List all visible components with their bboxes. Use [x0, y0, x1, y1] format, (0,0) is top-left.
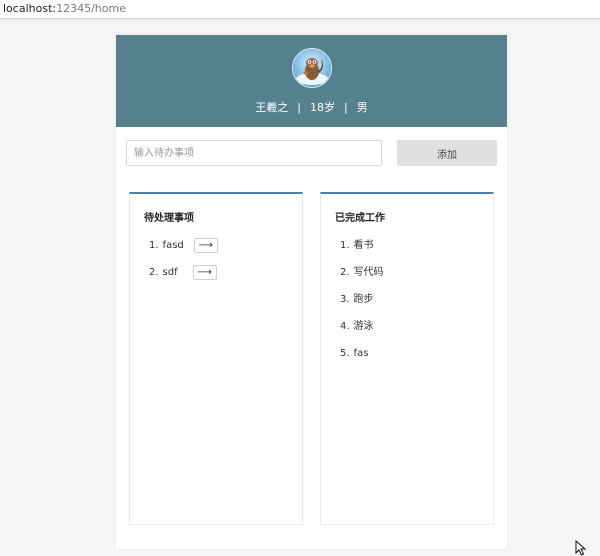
- item-text: fas: [353, 348, 369, 359]
- profile-age: 18岁: [310, 101, 335, 114]
- squirrel-avatar-icon: [292, 48, 332, 88]
- profile-gender: 男: [356, 101, 368, 114]
- toolbar-divider: [0, 19, 600, 22]
- done-panel: 已完成工作 1. 看书 2. 写代码 3. 跑步 4. 游泳 5. fas: [320, 192, 494, 525]
- profile-info: 王羲之 | 18岁 | 男: [116, 101, 507, 115]
- item-number: 4.: [340, 321, 350, 332]
- pending-item: 2. sdf ⟶: [149, 265, 218, 292]
- pending-title: 待处理事项: [144, 213, 194, 224]
- mouse-cursor-icon: [575, 540, 587, 556]
- pending-list: 1. fasd ⟶ 2. sdf ⟶: [149, 238, 218, 292]
- avatar-image: [293, 49, 331, 87]
- done-title: 已完成工作: [335, 213, 385, 224]
- item-text: 写代码: [353, 267, 384, 278]
- profile-header: 王羲之 | 18岁 | 男: [116, 35, 507, 127]
- item-text: fasd: [162, 240, 184, 251]
- item-number: 3.: [340, 294, 350, 305]
- done-item: 4. 游泳: [340, 319, 384, 346]
- done-list: 1. 看书 2. 写代码 3. 跑步 4. 游泳 5. fas: [340, 238, 384, 373]
- item-number: 2.: [340, 267, 350, 278]
- move-to-done-button[interactable]: ⟶: [192, 265, 217, 280]
- item-text: 跑步: [353, 294, 374, 305]
- url-host: localhost:: [3, 2, 57, 15]
- item-text: 游泳: [353, 321, 374, 332]
- done-item: 3. 跑步: [340, 292, 384, 319]
- profile-separator: |: [344, 101, 348, 114]
- pending-item: 1. fasd ⟶: [149, 238, 218, 265]
- url-text[interactable]: localhost:12345/home: [3, 1, 126, 17]
- add-button[interactable]: 添加: [397, 140, 497, 166]
- address-bar[interactable]: localhost:12345/home: [0, 0, 600, 19]
- pending-panel: 待处理事项 1. fasd ⟶ 2. sdf ⟶: [129, 192, 303, 525]
- todo-input[interactable]: [126, 140, 382, 166]
- profile-name: 王羲之: [255, 101, 289, 114]
- arrow-right-icon: ⟶: [197, 267, 212, 278]
- profile-separator: |: [297, 101, 301, 114]
- done-item: 5. fas: [340, 346, 384, 373]
- arrow-right-icon: ⟶: [198, 240, 213, 251]
- item-number: 2.: [149, 267, 159, 278]
- done-item: 2. 写代码: [340, 265, 384, 292]
- todo-app-card: 王羲之 | 18岁 | 男 添加 待处理事项 1. fasd ⟶ 2. sdf ⟶ 已完…: [116, 35, 507, 549]
- item-text: 看书: [353, 240, 374, 251]
- url-path: 12345/home: [56, 2, 126, 15]
- item-number: 1.: [340, 240, 350, 251]
- item-number: 5.: [340, 348, 350, 359]
- item-text: sdf: [162, 267, 178, 278]
- done-item: 1. 看书: [340, 238, 384, 265]
- item-number: 1.: [149, 240, 159, 251]
- move-to-done-button[interactable]: ⟶: [193, 238, 218, 253]
